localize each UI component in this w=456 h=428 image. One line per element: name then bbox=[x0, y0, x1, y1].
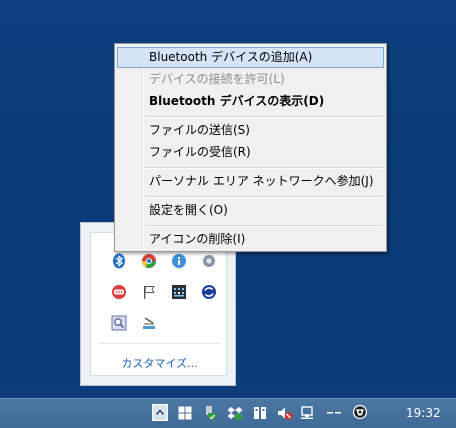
menu-item-allow-device-connection[interactable]: デバイスの接続を許可(L) bbox=[117, 69, 384, 90]
menu-item-show-bluetooth-devices[interactable]: Bluetooth デバイスの表示(D) bbox=[117, 91, 384, 112]
menu-item-join-personal-area-network[interactable]: パーソナル エリア ネットワークへ参加(J) bbox=[117, 171, 384, 192]
taskbar-clock[interactable]: 19:32 bbox=[406, 403, 441, 423]
chat-icon[interactable] bbox=[111, 284, 127, 300]
chrome-icon[interactable] bbox=[141, 253, 157, 269]
magnifier-icon[interactable] bbox=[111, 315, 127, 331]
menu-item-receive-file[interactable]: ファイルの受信(R) bbox=[117, 142, 384, 163]
menu-item-add-bluetooth-device[interactable]: Bluetooth デバイスの追加(A) bbox=[117, 47, 384, 68]
menu-item-remove-icon[interactable]: アイコンの削除(I) bbox=[117, 229, 384, 250]
info-icon[interactable] bbox=[171, 253, 187, 269]
menu-separator bbox=[145, 116, 383, 118]
bluetooth-context-menu: Bluetooth デバイスの追加(A) デバイスの接続を許可(L) Bluet… bbox=[114, 43, 387, 252]
taskbar: 19:32 bbox=[0, 398, 456, 428]
dropbox-icon[interactable] bbox=[227, 405, 243, 421]
show-hidden-icons-button[interactable] bbox=[152, 404, 168, 421]
network-icon[interactable] bbox=[300, 405, 316, 421]
security-shield-icon[interactable] bbox=[202, 405, 218, 421]
customize-link[interactable]: カスタマイズ... bbox=[91, 355, 228, 371]
menu-item-open-settings[interactable]: 設定を開く(O) bbox=[117, 200, 384, 221]
windows-icon[interactable] bbox=[177, 405, 193, 421]
flag-icon[interactable] bbox=[141, 284, 157, 300]
menu-separator bbox=[145, 196, 383, 198]
usb-device-icon[interactable] bbox=[252, 405, 268, 421]
menu-item-send-file[interactable]: ファイルの送信(S) bbox=[117, 120, 384, 141]
sync-app-icon[interactable] bbox=[201, 284, 217, 300]
bluetooth-icon[interactable] bbox=[111, 253, 127, 269]
mute-icon[interactable] bbox=[277, 405, 293, 421]
chevron-up-icon bbox=[155, 409, 165, 415]
tray-overflow-panel: カスタマイズ... bbox=[90, 232, 227, 376]
scanner-icon[interactable] bbox=[141, 315, 157, 331]
grid-app-icon[interactable] bbox=[171, 284, 187, 300]
menu-separator bbox=[145, 167, 383, 169]
ime-icon[interactable] bbox=[326, 405, 342, 421]
flyout-divider bbox=[99, 343, 220, 344]
settings-app-icon[interactable] bbox=[201, 253, 217, 269]
language-icon[interactable] bbox=[352, 404, 368, 420]
menu-separator bbox=[145, 225, 383, 227]
